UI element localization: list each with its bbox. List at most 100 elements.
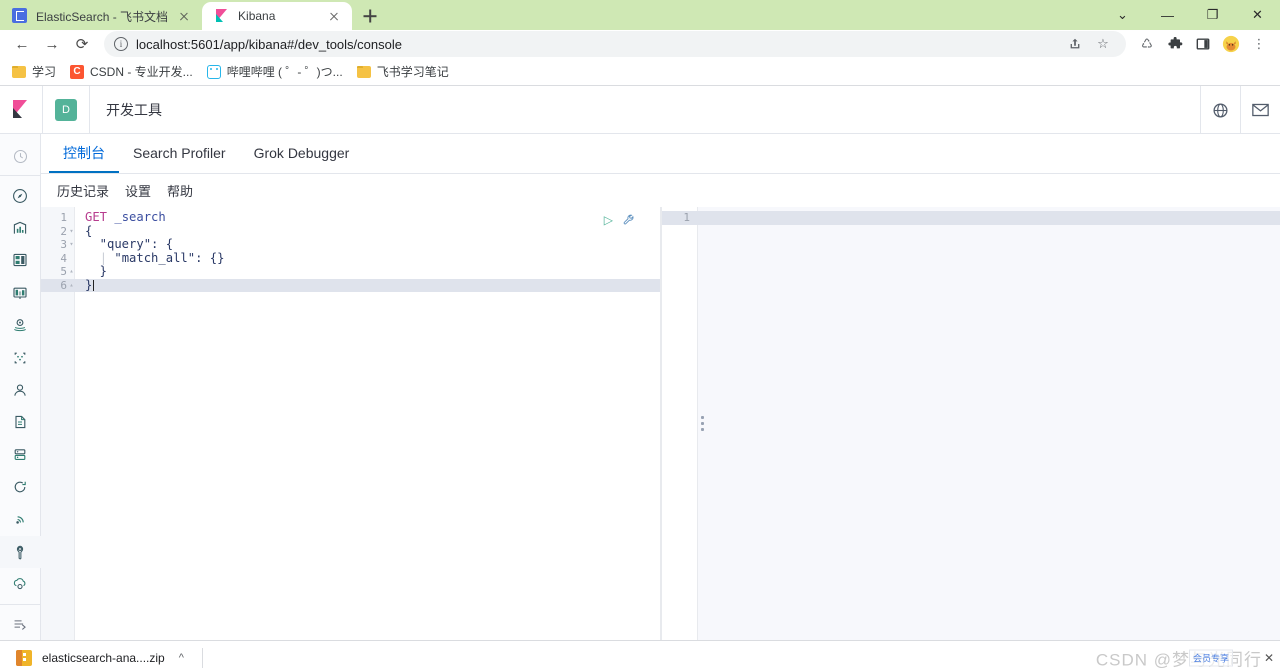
star-icon[interactable]: ☆ <box>1090 31 1116 57</box>
chevron-up-icon[interactable]: ^ <box>179 652 184 664</box>
code-line[interactable]: 1 GET _search <box>41 210 660 225</box>
bookmark-label: CSDN - 专业开发... <box>90 65 193 79</box>
elasticsearch-doc-icon <box>12 8 28 24</box>
minimize-button[interactable]: — <box>1145 0 1190 30</box>
response-line: 1 <box>662 211 1280 225</box>
console-area: 1 GET _search 2 ▾{3 ▾ "query": {4 | "match_a… <box>41 207 1280 640</box>
wrench-icon[interactable] <box>622 213 636 227</box>
tab-console[interactable]: 控制台 <box>49 135 119 173</box>
play-triangle-icon[interactable]: ▷ <box>604 213 613 227</box>
sidebar-item-dashboard[interactable] <box>0 244 41 276</box>
chrome-menu-icon[interactable]: ⋮ <box>1246 31 1272 57</box>
dev-tools-tabs: 控制台 Search Profiler Grok Debugger <box>41 134 1280 174</box>
tab-grok-debugger[interactable]: Grok Debugger <box>240 135 364 173</box>
browser-tab-kibana[interactable]: Kibana <box>202 2 353 30</box>
sidebar-item-recently-viewed[interactable] <box>0 140 41 172</box>
sidebar-item-uptime[interactable] <box>0 471 41 503</box>
tab-title: Kibana <box>238 9 276 23</box>
sidebar-item-siem[interactable] <box>0 503 41 535</box>
browser-tab-elasticsearch[interactable]: ElasticSearch - 飞书文档 <box>0 2 202 30</box>
sidebar-item-infrastructure[interactable] <box>0 374 41 406</box>
code-text: | "match_all": {} <box>99 250 225 265</box>
code-line[interactable]: 3 ▾ "query": { <box>41 237 660 252</box>
console-menu-bar: 历史记录 设置 帮助 <box>41 174 1280 207</box>
back-icon[interactable]: ← <box>8 31 36 57</box>
code-line[interactable]: 5 ▴ } <box>41 264 660 279</box>
sidebar-item-collapse-nav[interactable] <box>0 608 41 640</box>
line-number: 4 <box>60 251 67 265</box>
fold-toggle-icon[interactable]: ▾ <box>68 238 75 252</box>
divider <box>42 85 43 134</box>
download-file-name: elasticsearch-ana....zip <box>42 650 165 665</box>
sidebar-item-visualize[interactable] <box>0 212 41 244</box>
watermark-close-icon[interactable]: ✕ <box>1264 651 1274 665</box>
folder-icon <box>356 65 371 78</box>
bookmark-item[interactable]: C CSDN - 专业开发... <box>70 63 193 80</box>
recycle-icon[interactable]: ♺ <box>1134 31 1160 57</box>
close-window-button[interactable]: ✕ <box>1235 0 1280 30</box>
download-item[interactable]: elasticsearch-ana....zip ^ <box>12 644 194 672</box>
fold-toggle-icon[interactable]: ▴ <box>68 279 75 293</box>
line-number: 1 <box>60 211 67 224</box>
info-circle-icon[interactable]: i <box>114 37 128 51</box>
close-icon[interactable] <box>326 8 342 24</box>
sidebar-item-management[interactable] <box>0 568 41 600</box>
response-panel[interactable]: 1 <box>661 207 1280 640</box>
response-line-number: 1 <box>683 211 690 225</box>
address-bar[interactable]: i localhost:5601/app/kibana#/dev_tools/c… <box>104 31 1126 57</box>
sidebar-item-logs[interactable] <box>0 406 41 438</box>
menu-item-history[interactable]: 历史记录 <box>57 181 109 200</box>
code-line[interactable]: 6 ▴} <box>41 278 660 293</box>
editor-action-buttons: ▷ <box>604 213 636 227</box>
mail-icon[interactable] <box>1240 86 1280 134</box>
forward-icon[interactable]: → <box>38 31 66 57</box>
kibana-icon <box>214 8 230 24</box>
reload-icon[interactable]: ⟳ <box>68 31 96 57</box>
vertical-resize-handle[interactable] <box>697 207 707 640</box>
tab-search-profiler[interactable]: Search Profiler <box>119 135 240 173</box>
bookmark-item[interactable]: 学习 <box>12 63 56 80</box>
divider <box>0 603 41 605</box>
window-controls: ⌄ — ❐ ✕ <box>1100 0 1280 30</box>
kibana-header: D 开发工具 <box>0 85 1280 134</box>
code-line[interactable]: 2 ▾ { <box>41 223 660 239</box>
editor-code[interactable]: 1 GET _search 2 ▾{3 ▾ "query": {4 | "match_a… <box>41 207 660 292</box>
code-text: "query": { <box>85 237 174 251</box>
new-tab-button[interactable] <box>356 2 384 30</box>
menu-item-settings[interactable]: 设置 <box>125 181 151 200</box>
share-icon[interactable] <box>1062 31 1088 57</box>
sidebar-item-canvas[interactable] <box>0 277 41 309</box>
space-badge[interactable]: D <box>55 98 77 121</box>
sidebar-item-discover[interactable] <box>0 179 41 211</box>
fold-toggle-icon[interactable]: ▴ <box>68 265 75 279</box>
side-panel-icon[interactable] <box>1190 31 1216 57</box>
sidebar-item-apm[interactable] <box>0 439 41 471</box>
sidebar-item-dev-tools[interactable] <box>0 535 41 569</box>
text-caret <box>93 279 95 291</box>
menu-item-help[interactable]: 帮助 <box>167 181 193 200</box>
maximize-button[interactable]: ❐ <box>1190 0 1235 30</box>
close-icon[interactable] <box>176 8 192 24</box>
bilibili-icon <box>206 64 221 79</box>
kibana-logo[interactable] <box>0 99 42 120</box>
profile-avatar-icon[interactable] <box>1218 31 1244 57</box>
extensions-puzzle-icon[interactable] <box>1162 31 1188 57</box>
help-globe-icon[interactable] <box>1200 86 1240 134</box>
code-text: } <box>85 264 108 278</box>
url-text: localhost:5601/app/kibana#/dev_tools/con… <box>136 36 402 52</box>
folder-icon <box>12 65 26 78</box>
bookmark-item[interactable]: 飞书学习笔记 <box>356 63 449 80</box>
tab-search-icon[interactable]: ⌄ <box>1100 0 1145 30</box>
divider <box>89 85 90 134</box>
sidebar-item-maps[interactable] <box>0 309 41 341</box>
kibana-header-actions <box>1200 86 1280 134</box>
watermark-badge: 会员专享 <box>1188 649 1233 666</box>
divider <box>0 175 41 177</box>
code-line[interactable]: 4 | "match_all": {} <box>41 250 660 266</box>
bookmarks-bar: 学习 C CSDN - 专业开发... 哔哩哔哩 ( ゜- ゜)つ... 飞书学… <box>0 58 1280 86</box>
fold-toggle-icon[interactable]: ▾ <box>68 225 75 239</box>
bookmark-item[interactable]: 哔哩哔哩 ( ゜- ゜)つ... <box>206 63 343 80</box>
request-editor[interactable]: 1 GET _search 2 ▾{3 ▾ "query": {4 | "match_a… <box>41 207 661 640</box>
sidebar-item-machine-learning[interactable] <box>0 341 41 373</box>
code-text: { <box>85 223 93 238</box>
